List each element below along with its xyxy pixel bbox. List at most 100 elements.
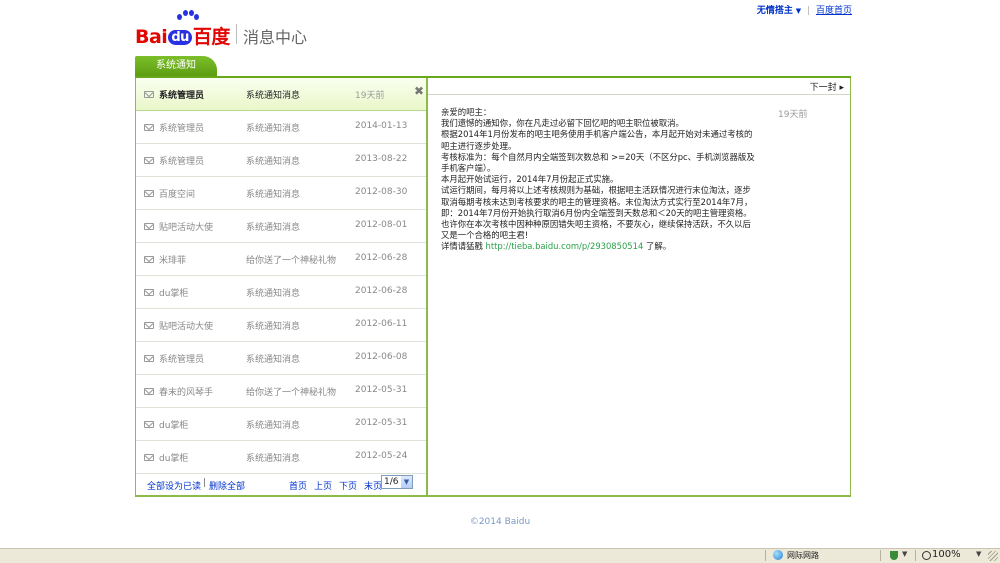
envelope-icon [144,355,154,362]
next-message-link[interactable]: 下一封 ▸ [810,80,844,93]
security-zone[interactable]: 网际网路 [787,550,819,561]
message-row[interactable]: du掌柜 系统通知消息 2012-05-24 [136,441,426,474]
zoom-level[interactable]: 100% [932,549,961,560]
mark-all-read-link[interactable]: 全部设为已读 [147,479,201,492]
message-sender: du掌柜 [159,289,189,299]
message-panel: 系统管理员 系统通知消息 19天前 ✖ 系统管理员 系统通知消息 2014-01-13 系统管… [135,78,851,497]
message-subject: 给你送了一个神秘礼物 [246,256,337,266]
message-subject: 系统通知消息 [246,355,301,365]
message-subject: 系统通知消息 [246,124,301,134]
message-subject: 给你送了一个神秘礼物 [246,388,337,398]
envelope-icon [144,190,154,197]
detail-header: 下一封 ▸ [428,78,850,95]
pager-last[interactable]: 末页 [364,482,382,492]
message-sender: du掌柜 [159,421,189,431]
pager-prev[interactable]: 上页 [314,482,332,492]
message-row[interactable]: du掌柜 系统通知消息 2012-05-31 [136,408,426,441]
message-sender: 系统管理员 [159,157,205,167]
message-line: 也许你在本次考核中因种种原因错失吧主资格，不要灰心，继续保持活跃，不久以后又是一… [441,219,751,241]
chevron-down-icon[interactable]: ▼ [796,7,801,15]
message-line: 根据2014年1月份发布的吧主吧务使用手机客户端公告，本月起开始对未通过考核的吧… [441,129,753,151]
delete-all-link[interactable]: 删除全部 [209,479,245,492]
message-line: 本月起开始试运行，2014年7月份起正式实施。 [441,174,619,185]
divider: | [807,6,811,16]
globe-icon [773,550,783,560]
zoom-icon[interactable] [922,551,931,560]
envelope-icon [144,124,154,131]
page-select[interactable]: 1/6 ▼ [381,475,413,489]
message-sender: 贴吧活动大使 [159,322,214,332]
message-line: 亲爱的吧主： [441,107,492,117]
message-subject: 系统通知消息 [246,157,301,167]
message-date: 2014-01-13 [355,121,408,131]
logo-text: Bai du 百度 [135,26,230,48]
message-row[interactable]: 米琲菲 给你送了一个神秘礼物 2012-06-28 [136,243,426,276]
message-row[interactable]: 春末的风琴手 给你送了一个神秘礼物 2012-05-31 [136,375,426,408]
message-sender: 系统管理员 [159,355,205,365]
message-date: 2013-08-22 [355,154,408,164]
message-row[interactable]: 贴吧活动大使 系统通知消息 2012-06-11 [136,309,426,342]
pager-next[interactable]: 下页 [339,482,357,492]
message-row[interactable]: 系统管理员 系统通知消息 2014-01-13 [136,111,426,144]
chevron-right-icon: ▸ [839,83,844,93]
message-date: 2012-06-28 [355,253,408,263]
resize-grip-icon[interactable] [988,551,998,561]
message-line: 详情请猛戳 http://tieba.baidu.com/p/293085051… [441,241,672,252]
message-date: 2012-06-28 [355,286,408,296]
message-row[interactable]: 百度空间 系统通知消息 2012-08-30 [136,177,426,210]
status-divider [915,550,916,561]
envelope-icon [144,91,154,98]
message-subject: 系统通知消息 [246,190,301,200]
message-sender: 系统管理员 [159,124,205,134]
message-row[interactable]: 系统管理员 系统通知消息 2012-06-08 [136,342,426,375]
message-detail: 下一封 ▸ 亲爱的吧主： 我们遗憾的通知你，你在凡走过必留下回忆吧的吧主职位被取消… [428,78,850,495]
envelope-icon [144,157,154,164]
message-subject: 系统通知消息 [246,322,301,332]
message-sender: 贴吧活动大使 [159,223,214,233]
message-date: 2012-05-31 [355,418,408,428]
message-subject: 系统通知消息 [246,289,301,299]
envelope-icon [144,388,154,395]
page-title: 消息中心 [243,28,308,47]
list-footer: 全部设为已读 | 删除全部 首页 上页 下页 末页 1/6 ▼ [136,473,426,495]
message-date: 2012-05-24 [355,451,408,461]
pager-first[interactable]: 首页 [289,482,307,492]
detail-link[interactable]: http://tieba.baidu.com/p/2930850514 [486,241,644,251]
message-date: 19天前 [355,91,385,101]
message-date: 2012-05-31 [355,385,408,395]
status-divider [765,550,766,561]
message-sender: 米琲菲 [159,256,187,266]
chevron-down-icon[interactable]: ▼ [902,550,907,558]
message-row[interactable]: 贴吧活动大使 系统通知消息 2012-08-01 [136,210,426,243]
message-subject: 系统通知消息 [246,421,301,431]
status-divider [880,550,881,561]
message-subject: 系统通知消息 [246,223,301,233]
message-date: 2012-06-08 [355,352,408,362]
browser-status-bar: 网际网路 ▼ 100% ▼ [0,548,1000,563]
chevron-down-icon[interactable]: ▼ [401,476,412,488]
envelope-icon [144,289,154,296]
page-select-value: 1/6 [384,477,399,487]
pager: 首页 上页 下页 末页 [289,479,389,492]
message-subject: 系统通知消息 [246,91,301,101]
message-row[interactable]: du掌柜 系统通知消息 2012-06-28 [136,276,426,309]
envelope-icon [144,256,154,263]
divider: | [203,478,207,488]
message-row[interactable]: 系统管理员 系统通知消息 19天前 ✖ [136,78,426,111]
copyright: ©2014 Baidu [469,517,531,527]
envelope-icon [144,421,154,428]
tab-system-notice[interactable]: 系统通知 [135,56,217,76]
baidu-home-link[interactable]: 百度首页 [816,6,852,16]
user-menu-link[interactable]: 无情搭主 [757,6,793,16]
message-date: 2012-06-11 [355,319,408,329]
message-date: 2012-08-30 [355,187,408,197]
envelope-icon [144,223,154,230]
top-links: 无情搭主 ▼ | 百度首页 [757,3,852,16]
protected-mode-icon[interactable] [890,551,898,560]
message-row[interactable]: 系统管理员 系统通知消息 2013-08-22 [136,144,426,177]
chevron-down-icon[interactable]: ▼ [976,550,981,558]
message-date: 2012-08-01 [355,220,408,230]
message-sender: 系统管理员 [159,91,205,101]
close-icon[interactable]: ✖ [414,84,424,98]
message-sender: 春末的风琴手 [159,388,214,398]
